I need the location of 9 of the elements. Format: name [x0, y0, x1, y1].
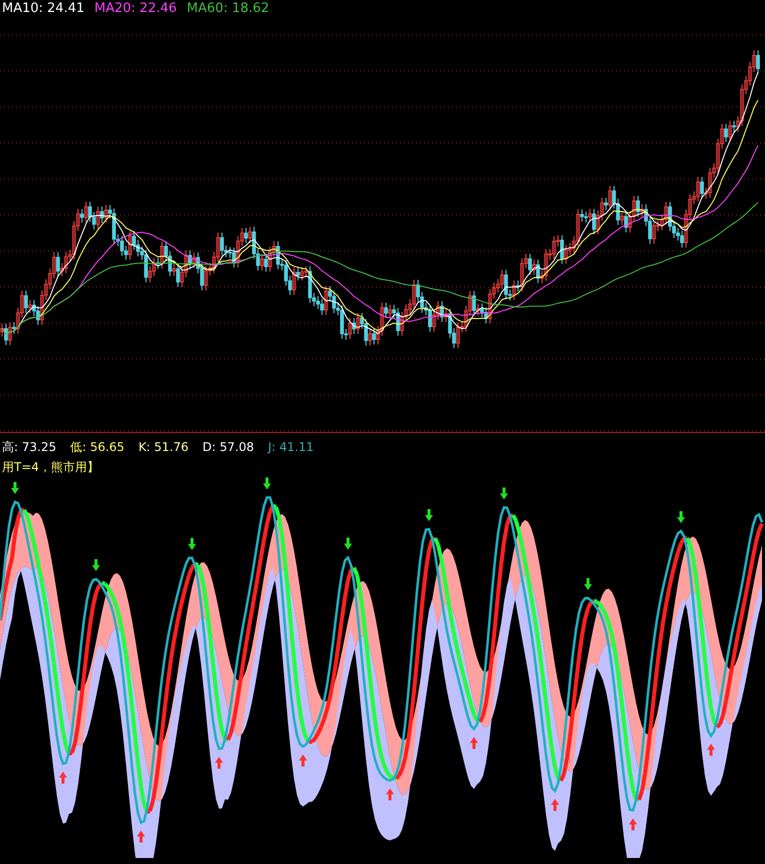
- ma-legend-label: MA10: 24.41: [2, 1, 84, 16]
- indicator-reading: J: 41.11: [268, 440, 314, 454]
- ma-legend-label: MA20: 22.46: [94, 1, 177, 16]
- indicator-reading: 低: 56.65: [70, 440, 124, 454]
- indicator-reading: K: 51.76: [138, 440, 189, 454]
- indicator-reading: 高: 73.25: [2, 440, 56, 454]
- indicator-reading: D: 57.08: [202, 440, 254, 454]
- indicator-note: 用T=4，熊市用】: [1, 460, 100, 474]
- ma-legend-label: MA60: 18.62: [186, 1, 270, 16]
